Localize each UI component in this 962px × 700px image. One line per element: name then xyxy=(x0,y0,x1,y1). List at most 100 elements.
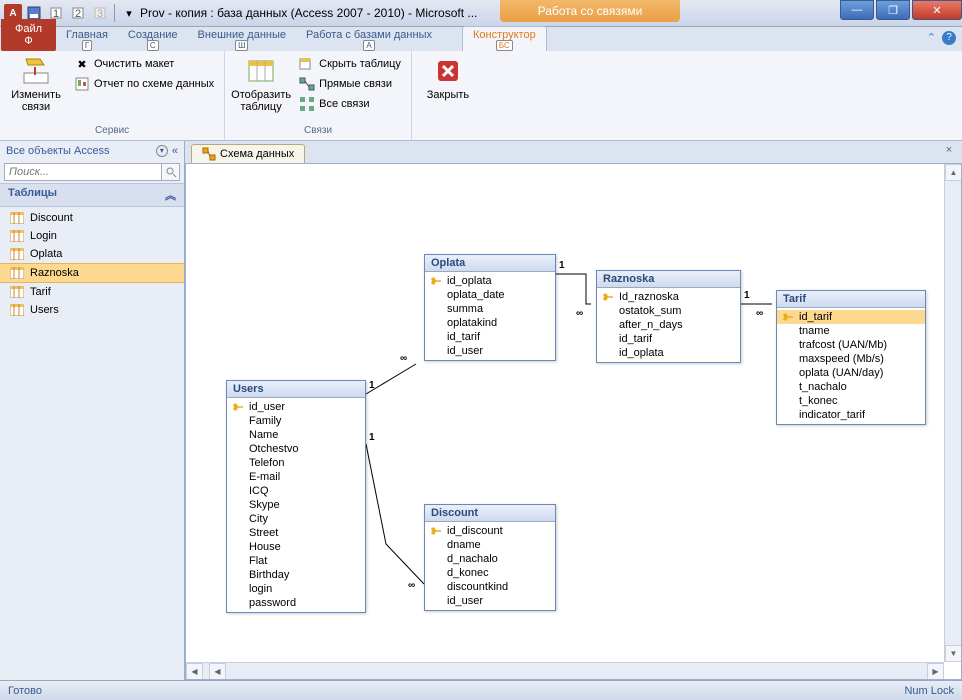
field[interactable]: Family xyxy=(227,414,365,428)
table-oplata[interactable]: Oplata id_oplataoplata_datesummaoplataki… xyxy=(424,254,556,361)
clear-layout-button[interactable]: ✖Очистить макет xyxy=(70,55,218,73)
field[interactable]: id_tarif xyxy=(777,310,925,324)
field[interactable]: d_nachalo xyxy=(425,552,555,566)
field[interactable]: ICQ xyxy=(227,484,365,498)
field[interactable]: oplata (UAN/day) xyxy=(777,366,925,380)
nav-item-login[interactable]: Login xyxy=(0,227,184,245)
tab-design[interactable]: КонструкторБС xyxy=(462,26,547,51)
field[interactable]: discountkind xyxy=(425,580,555,594)
field[interactable]: d_konec xyxy=(425,566,555,580)
tab-file[interactable]: ФайлФ xyxy=(1,19,56,51)
field[interactable]: id_tarif xyxy=(425,330,555,344)
nav-pane: Все объекты Access ▾ « Таблицы︽ Discount… xyxy=(0,141,185,680)
doc-close-button[interactable]: × xyxy=(942,144,956,158)
minimize-button[interactable]: — xyxy=(840,0,874,20)
field[interactable]: id_oplata xyxy=(597,346,740,360)
field[interactable]: Otchestvo xyxy=(227,442,365,456)
field[interactable]: ostatok_sum xyxy=(597,304,740,318)
vertical-scrollbar[interactable]: ▲ ▼ xyxy=(944,164,961,662)
tab-home[interactable]: ГлавнаяГ xyxy=(56,27,118,51)
help-icon[interactable]: ? xyxy=(942,31,956,45)
tab-external[interactable]: Внешние данныеШ xyxy=(188,27,296,51)
tab-dbtools[interactable]: Работа с базами данныхА xyxy=(296,27,442,51)
scroll-right-icon[interactable]: ▶ xyxy=(927,663,944,680)
nav-header[interactable]: Все объекты Access ▾ « xyxy=(0,141,184,161)
field[interactable]: tname xyxy=(777,324,925,338)
ribbon-collapse-icon[interactable]: ⌃ xyxy=(927,31,936,45)
field[interactable]: id_user xyxy=(425,594,555,608)
field[interactable]: E-mail xyxy=(227,470,365,484)
field[interactable]: indicator_tarif xyxy=(777,408,925,422)
table-users[interactable]: Users id_userFamilyNameOtchestvoTelefonE… xyxy=(226,380,366,613)
field[interactable]: t_nachalo xyxy=(777,380,925,394)
qat-dropdown-icon[interactable]: ▾ xyxy=(119,3,139,23)
field[interactable]: City xyxy=(227,512,365,526)
ribbon-group-close: Закрыть xyxy=(412,51,484,140)
field[interactable]: after_n_days xyxy=(597,318,740,332)
field[interactable]: t_konec xyxy=(777,394,925,408)
field[interactable]: Id_raznoska xyxy=(597,290,740,304)
field[interactable]: id_user xyxy=(227,400,365,414)
field[interactable]: Birthday xyxy=(227,568,365,582)
qat-item-3[interactable]: 3 xyxy=(90,3,110,23)
relationships-canvas[interactable]: 1∞ 1∞ 1∞ 1∞ Users id_userFamilyNameOtche… xyxy=(185,163,962,680)
field[interactable]: dname xyxy=(425,538,555,552)
nav-item-oplata[interactable]: Oplata xyxy=(0,245,184,263)
field[interactable]: maxspeed (Mb/s) xyxy=(777,352,925,366)
close-button[interactable]: ✕ xyxy=(912,0,962,20)
tab-create[interactable]: СозданиеС xyxy=(118,27,188,51)
field[interactable]: summa xyxy=(425,302,555,316)
field[interactable]: Skype xyxy=(227,498,365,512)
document-tabs: Схема данных × xyxy=(185,141,962,163)
scroll-down-icon[interactable]: ▼ xyxy=(945,645,962,662)
ribbon-group-relations: Отобразить таблицу Скрыть таблицу Прямые… xyxy=(225,51,412,140)
group-label-empty xyxy=(418,123,478,138)
scroll-left2-icon[interactable]: ◀ xyxy=(209,663,226,680)
relation-report-button[interactable]: Отчет по схеме данных xyxy=(70,75,218,93)
search-input[interactable] xyxy=(4,163,162,181)
field[interactable]: oplata_date xyxy=(425,288,555,302)
nav-item-raznoska[interactable]: Raznoska xyxy=(0,263,184,283)
nav-item-users[interactable]: Users xyxy=(0,301,184,319)
qat-item-2[interactable]: 2 xyxy=(68,3,88,23)
direct-relations-button[interactable]: Прямые связи xyxy=(295,75,405,93)
table-tarif[interactable]: Tarif id_tariftnametrafcost (UAN/Mb)maxs… xyxy=(776,290,926,425)
table-icon xyxy=(10,304,24,316)
field[interactable]: id_tarif xyxy=(597,332,740,346)
nav-collapse-icon[interactable]: « xyxy=(172,145,178,157)
field[interactable]: Flat xyxy=(227,554,365,568)
nav-search xyxy=(4,163,180,181)
canvas-wrap: Схема данных × 1∞ 1∞ 1∞ 1∞ Users id xyxy=(185,141,962,680)
field[interactable]: House xyxy=(227,540,365,554)
doc-tab-schema[interactable]: Схема данных xyxy=(191,144,305,163)
nav-item-tarif[interactable]: Tarif xyxy=(0,283,184,301)
window-title: Prov - копия : база данных (Access 2007 … xyxy=(140,6,477,20)
show-table-button[interactable]: Отобразить таблицу xyxy=(231,53,291,115)
nav-dropdown-icon[interactable]: ▾ xyxy=(156,145,168,157)
scroll-left-icon[interactable]: ◀ xyxy=(186,663,203,680)
field[interactable]: login xyxy=(227,582,365,596)
field[interactable]: trafcost (UAN/Mb) xyxy=(777,338,925,352)
all-relations-button[interactable]: Все связи xyxy=(295,95,405,113)
field[interactable]: Street xyxy=(227,526,365,540)
edit-relations-button[interactable]: Изменить связи xyxy=(6,53,66,115)
table-raznoska[interactable]: Raznoska Id_raznoskaostatok_sumafter_n_d… xyxy=(596,270,741,363)
hide-table-button[interactable]: Скрыть таблицу xyxy=(295,55,405,73)
workspace: Все объекты Access ▾ « Таблицы︽ Discount… xyxy=(0,141,962,680)
field[interactable]: Telefon xyxy=(227,456,365,470)
search-button[interactable] xyxy=(162,163,180,181)
field[interactable]: id_oplata xyxy=(425,274,555,288)
window-buttons: — ❐ ✕ xyxy=(838,0,962,20)
horizontal-scrollbar[interactable]: ◀ ◀ ▶ xyxy=(186,662,944,679)
scroll-up-icon[interactable]: ▲ xyxy=(945,164,962,181)
close-diagram-button[interactable]: Закрыть xyxy=(418,53,478,103)
nav-item-discount[interactable]: Discount xyxy=(0,209,184,227)
field[interactable]: Name xyxy=(227,428,365,442)
field[interactable]: id_discount xyxy=(425,524,555,538)
table-discount[interactable]: Discount id_discountdnamed_nachalod_kone… xyxy=(424,504,556,611)
field[interactable]: password xyxy=(227,596,365,610)
field[interactable]: id_user xyxy=(425,344,555,358)
maximize-button[interactable]: ❐ xyxy=(876,0,910,20)
nav-category-tables[interactable]: Таблицы︽ xyxy=(0,183,184,207)
field[interactable]: oplatakind xyxy=(425,316,555,330)
